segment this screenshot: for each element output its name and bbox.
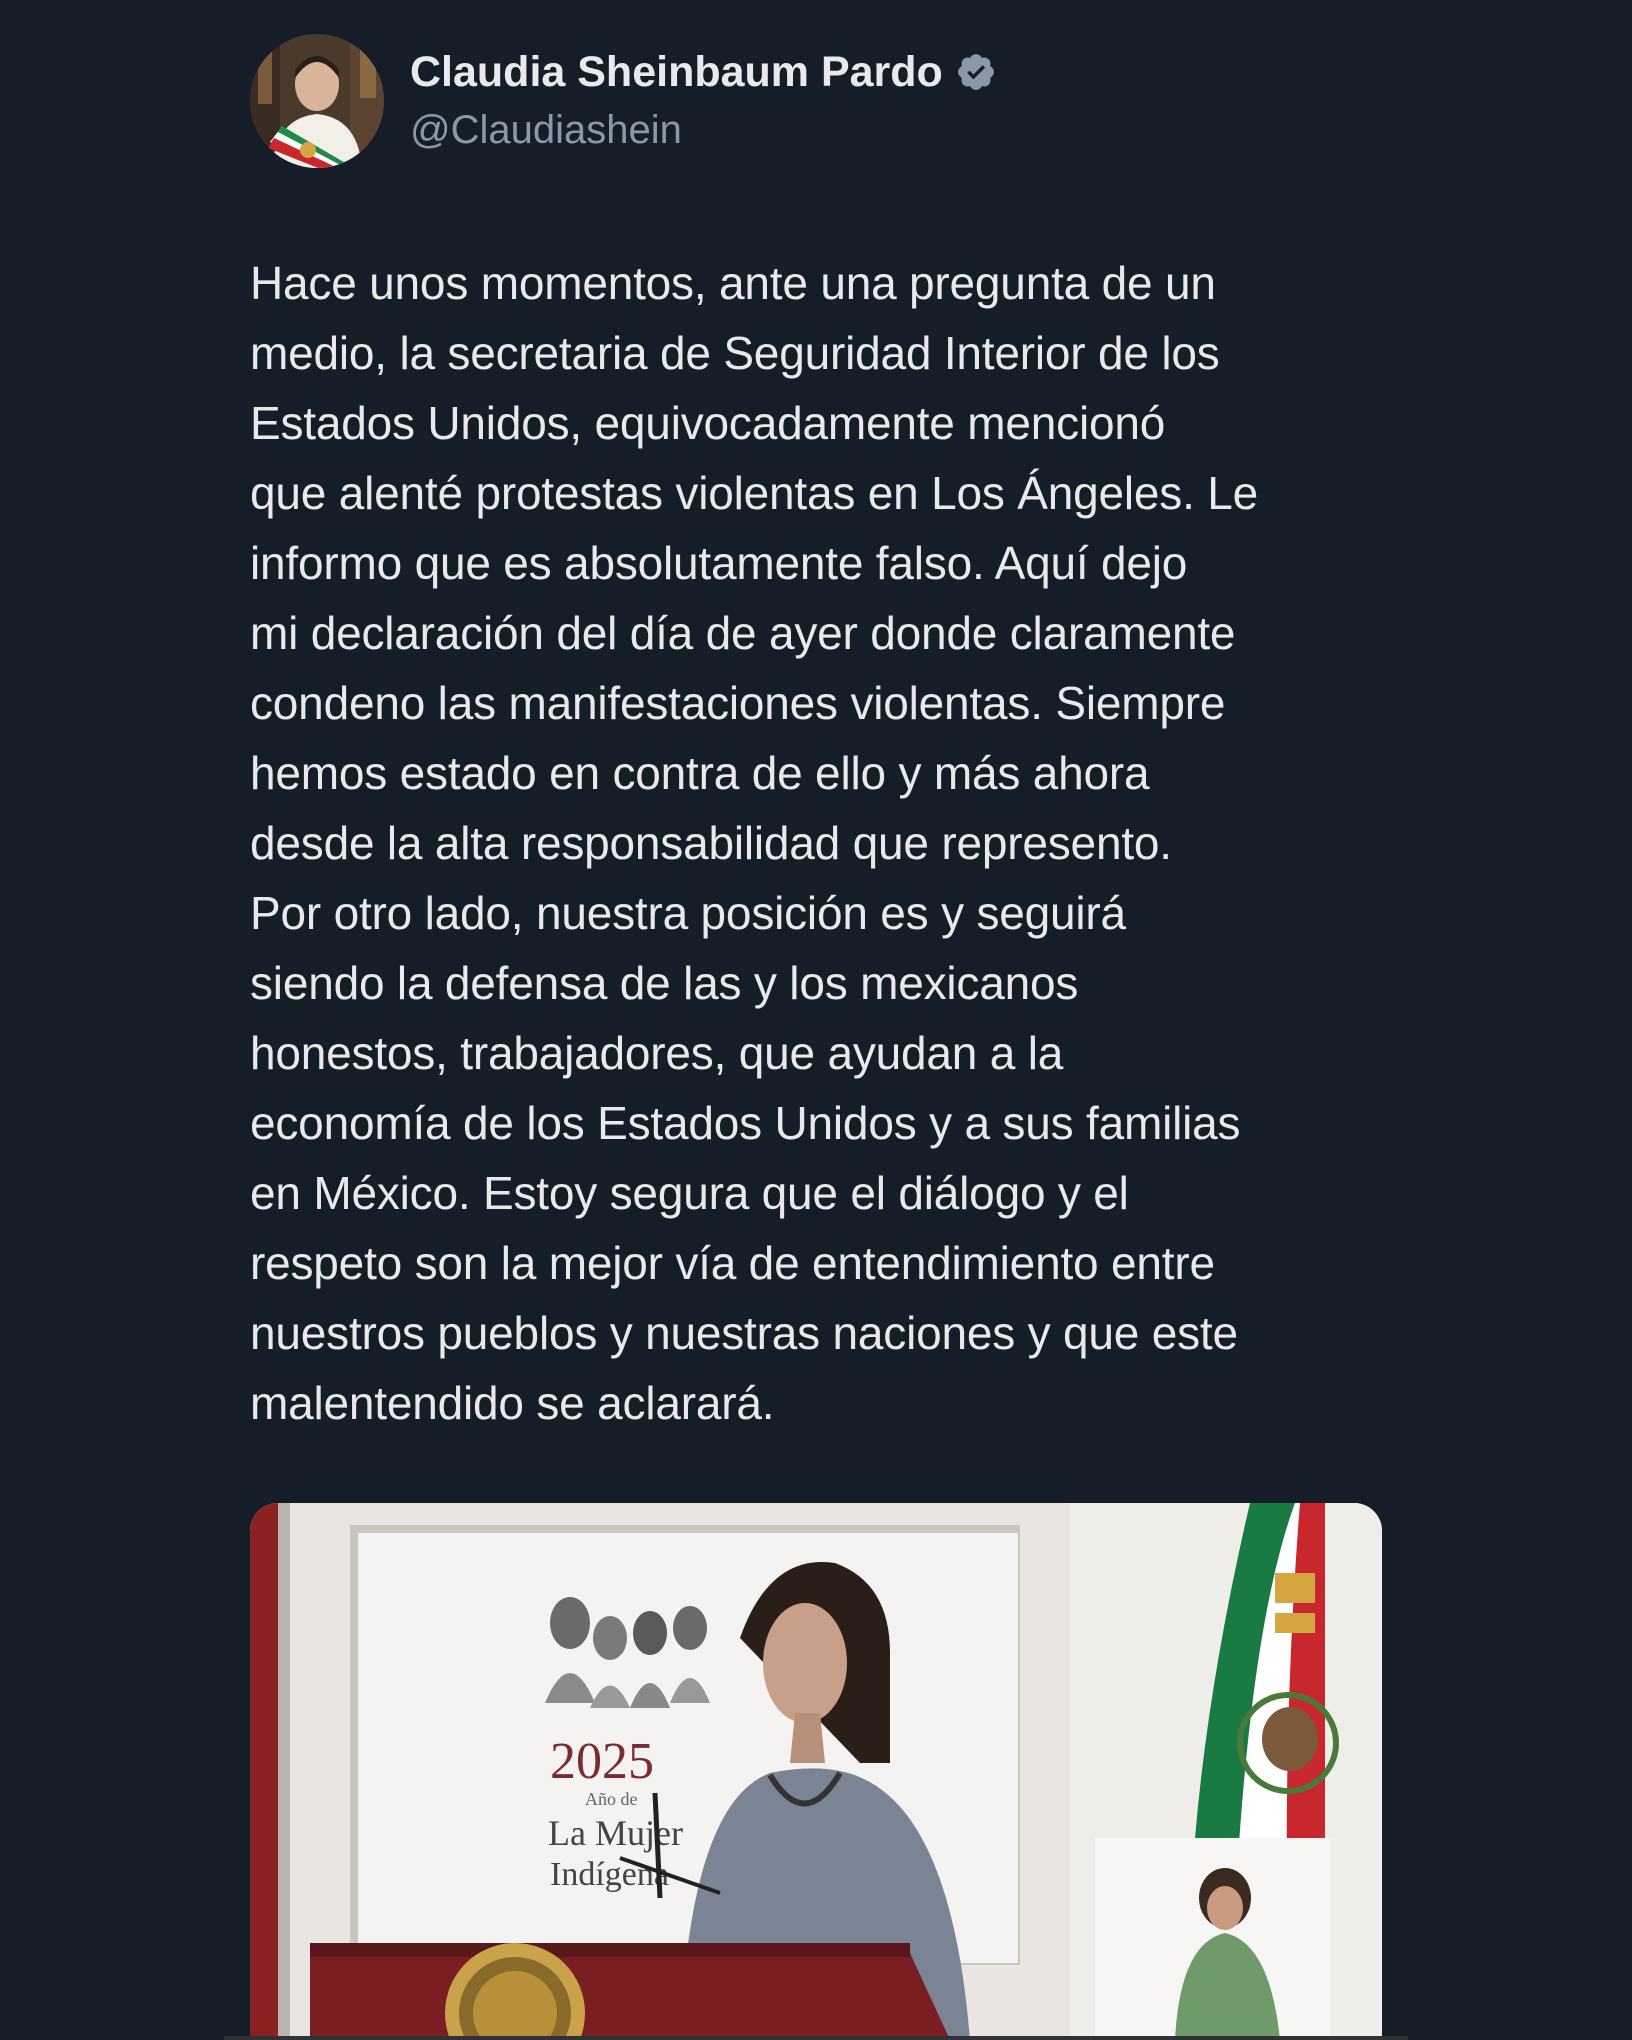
tweet-page: Claudia Sheinbaum Pardo @Claudiashein Ha… (0, 0, 1632, 2040)
tweet-header: Claudia Sheinbaum Pardo @Claudiashein (250, 34, 997, 168)
banner-line2: La Mujer (548, 1813, 683, 1853)
display-name-row: Claudia Sheinbaum Pardo (410, 46, 997, 98)
author-names: Claudia Sheinbaum Pardo @Claudiashein (410, 46, 997, 156)
author-display-name[interactable]: Claudia Sheinbaum Pardo (410, 46, 943, 98)
banner-year: 2025 (550, 1733, 654, 1790)
verified-badge-icon (957, 54, 994, 90)
author-avatar[interactable] (250, 34, 384, 168)
bottom-divider (224, 2036, 1408, 2040)
tweet-media-image[interactable]: 2025 Año de La Mujer Indígena (250, 1503, 1382, 2040)
banner-line3: Indígena (550, 1856, 669, 1893)
author-handle[interactable]: @Claudiashein (410, 104, 997, 156)
banner-line1: Año de (585, 1789, 638, 1809)
tweet-text: Hace unos momentos, ante una pregunta de… (250, 257, 1259, 1429)
